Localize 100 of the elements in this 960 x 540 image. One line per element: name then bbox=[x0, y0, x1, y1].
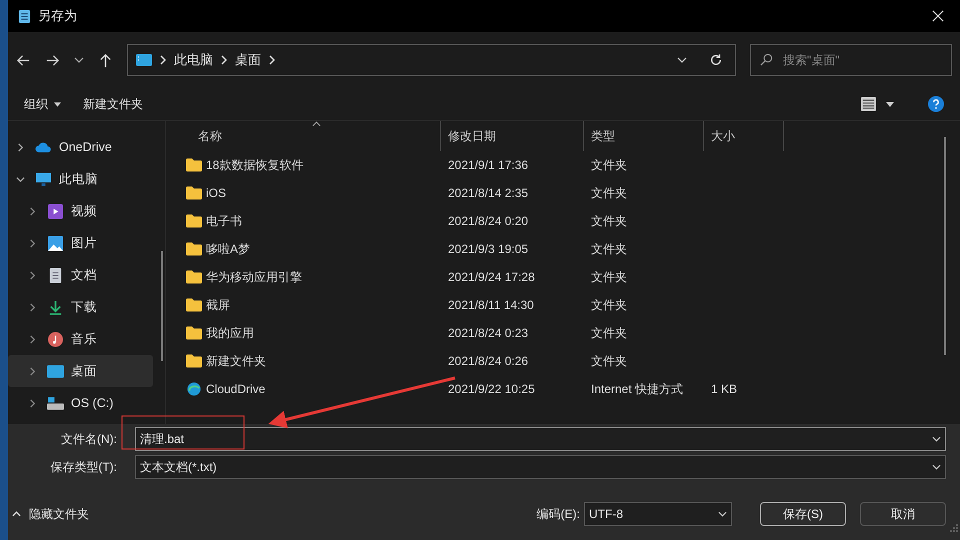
refresh-icon[interactable] bbox=[709, 53, 723, 67]
chevron-right-icon bbox=[269, 55, 275, 65]
table-cell: 文件夹 bbox=[591, 324, 627, 342]
recent-caret-icon[interactable] bbox=[74, 57, 84, 63]
column-header[interactable]: 名称 bbox=[166, 121, 441, 151]
dropdown-caret-icon[interactable] bbox=[677, 57, 687, 63]
cloud-icon bbox=[35, 140, 52, 154]
table-cell: 2021/9/3 19:05 bbox=[448, 242, 528, 256]
column-header[interactable]: 修改日期 bbox=[441, 121, 584, 151]
file-name[interactable]: 截屏 bbox=[206, 296, 230, 314]
hide-folders-toggle[interactable]: 隐藏文件夹 bbox=[8, 506, 89, 522]
list-view-icon[interactable] bbox=[861, 97, 876, 111]
expand-chevron-icon[interactable] bbox=[28, 206, 37, 216]
table-cell: Internet 快捷方式 bbox=[591, 380, 684, 398]
expand-chevron-icon[interactable] bbox=[28, 334, 37, 344]
globe-icon bbox=[186, 382, 202, 396]
document-icon bbox=[47, 268, 64, 282]
cancel-button[interactable]: 取消 bbox=[860, 502, 946, 526]
sidebar-item[interactable]: 桌面 bbox=[8, 355, 153, 387]
file-name[interactable]: 18款数据恢复软件 bbox=[206, 156, 304, 174]
table-cell: 2021/8/24 0:23 bbox=[448, 326, 528, 340]
file-name[interactable]: iOS bbox=[206, 186, 226, 200]
monitor-icon bbox=[35, 172, 52, 186]
dropdown-caret-icon bbox=[932, 464, 941, 470]
file-type-dropdown[interactable]: 文本文档(*.txt) bbox=[135, 455, 946, 479]
expand-chevron-icon[interactable] bbox=[28, 270, 37, 280]
dropdown-caret-icon[interactable] bbox=[932, 436, 941, 442]
address-bar[interactable]: 此电脑 桌面 bbox=[127, 44, 736, 76]
table-cell: 2021/8/24 0:26 bbox=[448, 354, 528, 368]
new-folder-button[interactable]: 新建文件夹 bbox=[77, 92, 149, 116]
expand-chevron-icon[interactable] bbox=[16, 174, 25, 184]
table-cell: 1 KB bbox=[711, 382, 738, 396]
up-icon[interactable] bbox=[98, 52, 113, 68]
sidebar-item[interactable]: 图片 bbox=[8, 227, 153, 259]
folder-icon bbox=[186, 158, 202, 172]
expand-chevron-icon[interactable] bbox=[28, 238, 37, 248]
chevron-right-icon bbox=[221, 55, 227, 65]
column-header[interactable]: 大小 bbox=[704, 121, 784, 151]
window-title: 另存为 bbox=[38, 7, 77, 25]
sidebar-item[interactable]: 音乐 bbox=[8, 323, 153, 355]
table-cell: 2021/9/22 10:25 bbox=[448, 382, 535, 396]
file-name[interactable]: CloudDrive bbox=[206, 382, 266, 396]
file-name[interactable]: 新建文件夹 bbox=[206, 352, 266, 370]
sidebar-item[interactable]: 视频 bbox=[8, 195, 153, 227]
drive-icon bbox=[47, 396, 64, 410]
column-header[interactable]: 类型 bbox=[584, 121, 704, 151]
folder-icon bbox=[186, 214, 202, 228]
file-name[interactable]: 华为移动应用引擎 bbox=[206, 268, 302, 286]
sidebar-item[interactable]: 此电脑 bbox=[8, 163, 153, 195]
organize-menu-button[interactable]: 组织 bbox=[18, 92, 67, 116]
desktop-icon bbox=[136, 54, 152, 66]
file-name[interactable]: 哆啦A梦 bbox=[206, 240, 250, 258]
filename-field[interactable]: 清理.bat bbox=[135, 427, 946, 451]
download-icon bbox=[47, 300, 64, 314]
expand-chevron-icon[interactable] bbox=[16, 142, 25, 152]
caret-down-icon bbox=[54, 102, 61, 106]
folder-icon bbox=[186, 298, 202, 312]
table-cell: 文件夹 bbox=[591, 352, 627, 370]
scrollbar[interactable] bbox=[161, 251, 163, 361]
table-cell: 文件夹 bbox=[591, 296, 627, 314]
encoding-dropdown[interactable]: UTF-8 bbox=[584, 502, 732, 526]
save-button[interactable]: 保存(S) bbox=[760, 502, 846, 526]
field-label: 文件名(N): bbox=[60, 430, 118, 448]
breadcrumb-item[interactable]: 桌面 bbox=[235, 51, 261, 69]
table-cell: 2021/8/11 14:30 bbox=[448, 298, 534, 312]
picture-icon bbox=[47, 236, 64, 250]
resize-grip-icon[interactable] bbox=[950, 524, 958, 532]
expand-chevron-icon[interactable] bbox=[28, 398, 37, 408]
table-cell: 2021/8/14 2:35 bbox=[448, 186, 528, 200]
table-cell: 文件夹 bbox=[591, 212, 627, 230]
view-caret-icon[interactable] bbox=[886, 102, 894, 106]
scrollbar[interactable] bbox=[944, 137, 946, 355]
sidebar-item[interactable]: 文档 bbox=[8, 259, 153, 291]
back-icon[interactable] bbox=[16, 52, 31, 68]
table-cell: 2021/9/1 17:36 bbox=[448, 158, 528, 172]
field-label: 编码(E): bbox=[536, 506, 580, 522]
sidebar-item[interactable]: 下载 bbox=[8, 291, 153, 323]
video-icon bbox=[47, 204, 64, 218]
dropdown-caret-icon bbox=[718, 511, 727, 517]
sidebar-item[interactable]: OS (C:) bbox=[8, 387, 153, 419]
help-icon[interactable] bbox=[928, 96, 944, 112]
sidebar-item[interactable]: OneDrive bbox=[8, 131, 153, 163]
chevron-right-icon bbox=[160, 55, 166, 65]
desktop-icon bbox=[47, 364, 64, 378]
search-field[interactable]: 搜索"桌面" bbox=[750, 44, 952, 76]
file-name[interactable]: 我的应用 bbox=[206, 324, 254, 342]
field-label: 保存类型(T): bbox=[49, 458, 118, 476]
expand-chevron-icon[interactable] bbox=[28, 366, 37, 376]
table-cell: 文件夹 bbox=[591, 268, 627, 286]
file-name[interactable]: 电子书 bbox=[206, 212, 242, 230]
table-cell: 文件夹 bbox=[591, 156, 627, 174]
folder-icon bbox=[186, 242, 202, 256]
caret-up-icon bbox=[12, 511, 21, 517]
close-icon[interactable] bbox=[932, 10, 944, 22]
table-cell: 文件夹 bbox=[591, 240, 627, 258]
search-icon bbox=[760, 53, 773, 66]
forward-icon[interactable] bbox=[45, 52, 60, 68]
table-cell: 文件夹 bbox=[591, 184, 627, 202]
breadcrumb-item[interactable]: 此电脑 bbox=[174, 51, 213, 69]
expand-chevron-icon[interactable] bbox=[28, 302, 37, 312]
